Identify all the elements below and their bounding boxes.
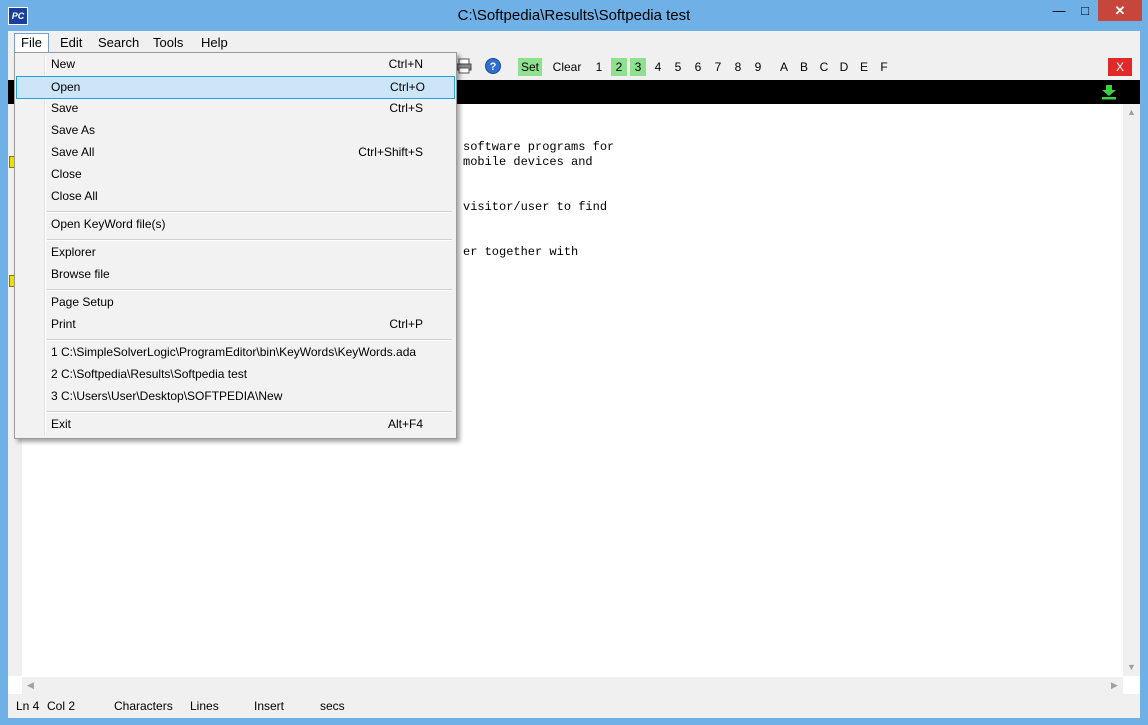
menu-item-label: Page Setup xyxy=(51,295,114,309)
menu-item-label: Save All xyxy=(51,145,95,159)
code-line: software programs for xyxy=(463,140,615,154)
menu-item-label: Explorer xyxy=(51,245,96,259)
menu-item-label: 1 C:\SimpleSolverLogic\ProgramEditor\bin… xyxy=(51,345,417,359)
bookmark-b-button[interactable]: B xyxy=(797,58,811,76)
menu-item-shortcut: Ctrl+O xyxy=(389,80,425,94)
menu-separator xyxy=(47,339,452,341)
code-line: visitor/user to find xyxy=(463,200,608,214)
menu-item-save-as[interactable]: Save As xyxy=(17,120,452,141)
bookmark-c-button[interactable]: C xyxy=(817,58,831,76)
scroll-up-icon[interactable]: ▲ xyxy=(1123,104,1140,121)
menu-item-recent-file-2[interactable]: 2 C:\Softpedia\Results\Softpedia test xyxy=(17,364,452,385)
bookmark-f-button[interactable]: F xyxy=(877,58,891,76)
status-insert-mode: Insert xyxy=(254,699,285,713)
bookmark-1-button[interactable]: 1 xyxy=(592,58,606,76)
menu-file[interactable]: File xyxy=(14,33,49,54)
menu-item-label: 2 C:\Softpedia\Results\Softpedia test xyxy=(51,367,248,381)
menu-item-label: New xyxy=(51,57,76,71)
menu-item-label: Print xyxy=(51,317,76,331)
bookmark-d-button[interactable]: D xyxy=(837,58,851,76)
bookmark-3-button[interactable]: 3 xyxy=(630,58,646,76)
menu-item-explorer[interactable]: Explorer xyxy=(17,242,452,263)
menu-item-shortcut: Ctrl+S xyxy=(389,101,423,115)
menu-item-close-all[interactable]: Close All xyxy=(17,186,452,207)
menu-separator xyxy=(47,289,452,291)
menu-item-recent-file-3[interactable]: 3 C:\Users\User\Desktop\SOFTPEDIA\New xyxy=(17,386,452,407)
menu-item-exit[interactable]: Exit Alt+F4 xyxy=(17,414,452,435)
menu-item-new[interactable]: New Ctrl+N xyxy=(17,54,452,75)
file-menu-dropdown: New Ctrl+N Open Ctrl+O Save Ctrl+S Save … xyxy=(14,52,457,439)
clear-button[interactable]: Clear xyxy=(550,58,584,76)
menu-separator xyxy=(47,211,452,213)
menu-item-save[interactable]: Save Ctrl+S xyxy=(17,98,452,119)
status-characters: Characters xyxy=(114,699,173,713)
horizontal-scrollbar[interactable]: ◀ ▶ xyxy=(22,677,1123,694)
code-line: er together with xyxy=(463,245,579,259)
bookmark-8-button[interactable]: 8 xyxy=(731,58,745,76)
status-column: Col 2 xyxy=(47,699,76,713)
title-bar[interactable]: PC C:\Softpedia\Results\Softpedia test —… xyxy=(0,0,1148,30)
code-line: mobile devices and xyxy=(463,155,593,169)
help-icon[interactable]: ? xyxy=(484,57,502,75)
menu-item-close[interactable]: Close xyxy=(17,164,452,185)
menu-item-open-keyword-files[interactable]: Open KeyWord file(s) xyxy=(17,214,452,235)
bookmark-6-button[interactable]: 6 xyxy=(691,58,705,76)
minimize-button[interactable]: — xyxy=(1046,0,1072,21)
bookmark-e-button[interactable]: E xyxy=(857,58,871,76)
window-title: C:\Softpedia\Results\Softpedia test xyxy=(457,7,691,24)
status-time: secs xyxy=(320,699,345,713)
set-button[interactable]: Set xyxy=(518,58,542,76)
menu-separator xyxy=(47,239,452,241)
menu-item-label: Browse file xyxy=(51,267,110,281)
print-icon[interactable] xyxy=(455,57,473,75)
vertical-scrollbar[interactable]: ▲ ▼ xyxy=(1123,104,1140,676)
bookmark-7-button[interactable]: 7 xyxy=(711,58,725,76)
scroll-right-icon[interactable]: ▶ xyxy=(1106,677,1123,694)
svg-text:?: ? xyxy=(490,61,497,73)
menu-item-browse-file[interactable]: Browse file xyxy=(17,264,452,285)
menu-item-print[interactable]: Print Ctrl+P xyxy=(17,314,452,335)
status-bar: Ln 4 Col 2 Characters Lines Insert secs xyxy=(8,694,1140,718)
menu-help[interactable]: Help xyxy=(195,33,234,53)
maximize-button[interactable]: □ xyxy=(1072,0,1098,21)
menu-item-label: 3 C:\Users\User\Desktop\SOFTPEDIA\New xyxy=(51,389,283,403)
bookmark-a-button[interactable]: A xyxy=(777,58,791,76)
menu-bar: File Edit Search Tools Help xyxy=(8,31,1140,54)
menu-separator xyxy=(47,411,452,413)
toolbar-close-button[interactable]: X xyxy=(1108,58,1132,76)
menu-item-shortcut: Ctrl+Shift+S xyxy=(358,145,423,159)
bookmark-9-button[interactable]: 9 xyxy=(751,58,765,76)
app-window: PC C:\Softpedia\Results\Softpedia test —… xyxy=(0,0,1148,725)
bookmark-4-button[interactable]: 4 xyxy=(651,58,665,76)
menu-item-label: Open xyxy=(51,80,81,94)
menu-item-label: Close All xyxy=(51,189,98,203)
menu-item-shortcut: Ctrl+P xyxy=(389,317,423,331)
status-lines: Lines xyxy=(190,699,219,713)
menu-item-label: Save xyxy=(51,101,79,115)
menu-item-save-all[interactable]: Save All Ctrl+Shift+S xyxy=(17,142,452,163)
download-icon[interactable] xyxy=(1101,84,1117,100)
menu-item-label: Open KeyWord file(s) xyxy=(51,217,166,231)
menu-item-page-setup[interactable]: Page Setup xyxy=(17,292,452,313)
menu-item-shortcut: Ctrl+N xyxy=(388,57,423,71)
menu-tools[interactable]: Tools xyxy=(147,33,189,53)
menu-edit[interactable]: Edit xyxy=(54,33,88,53)
menu-item-label: Exit xyxy=(51,417,72,431)
status-line: Ln 4 xyxy=(16,699,40,713)
bookmark-2-button[interactable]: 2 xyxy=(611,58,627,76)
scroll-left-icon[interactable]: ◀ xyxy=(22,677,39,694)
scroll-down-icon[interactable]: ▼ xyxy=(1123,659,1140,676)
menu-item-label: Close xyxy=(51,167,82,181)
menu-item-open[interactable]: Open Ctrl+O xyxy=(16,76,455,99)
close-window-button[interactable]: ✕ xyxy=(1098,0,1142,21)
menu-item-recent-file-1[interactable]: 1 C:\SimpleSolverLogic\ProgramEditor\bin… xyxy=(17,342,452,363)
menu-item-label: Save As xyxy=(51,123,96,137)
menu-item-shortcut: Alt+F4 xyxy=(387,417,423,431)
bookmark-5-button[interactable]: 5 xyxy=(671,58,685,76)
menu-search[interactable]: Search xyxy=(92,33,145,53)
